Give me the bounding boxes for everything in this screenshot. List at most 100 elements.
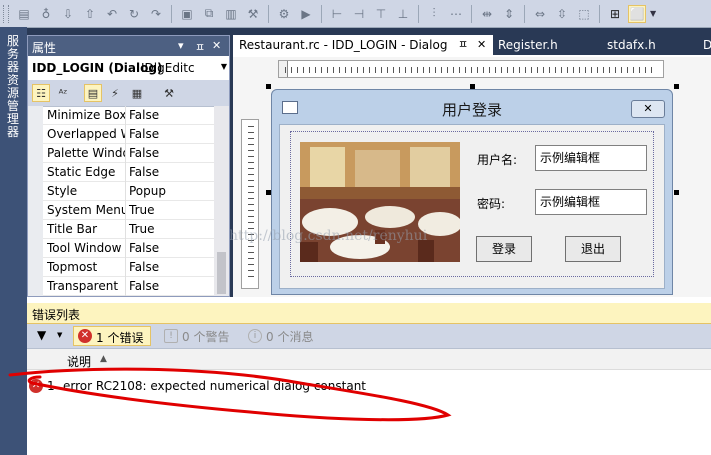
restaurant-image-icon [300,142,460,262]
vertical-ruler[interactable] [241,119,259,289]
errors-filter-button[interactable]: ✕ 1 个错误 [73,326,151,346]
property-row[interactable]: Static Edge False [28,163,214,182]
resize-handle[interactable] [266,84,271,89]
sort-ascending-icon[interactable]: ▲ [100,354,107,364]
property-row[interactable]: Title Bar True [28,220,214,239]
lock-icon[interactable]: ♁ [37,5,55,23]
close-icon[interactable]: ✕ [212,39,221,52]
down-arrow-icon[interactable]: ⇩ [59,5,77,23]
chevron-down-icon[interactable]: ▼ [57,331,62,339]
column-header-description[interactable]: 说明 [67,353,91,370]
resize-handle[interactable] [674,190,679,195]
align-left-icon[interactable]: ▤ [15,5,33,23]
toolbar-separator [268,4,269,23]
warning-icon: ! [164,329,178,343]
toolbar-separator [471,4,472,23]
properties-toolbar: ☷ ᴬᶻ ▤ ⚡ ▦ ⚒ [28,80,229,107]
error-list-title-bar: 错误列表 [27,303,711,324]
make-same-size-icon[interactable]: ⬚ [575,5,593,23]
close-icon[interactable]: ✕ [477,35,486,55]
align-bottoms-icon[interactable]: ⊥ [394,5,412,23]
pin-icon[interactable]: ㅍ [458,35,468,55]
pin-icon[interactable]: ㅍ [195,39,205,55]
align-lefts-icon[interactable]: ⊢ [328,5,346,23]
properties-panel: 属性 ▾ ㅍ ✕ IDD_LOGIN (Dialog) IDlgEditc ▼ … [27,35,230,297]
property-row[interactable]: Minimize Box False [28,106,214,125]
property-row[interactable]: Tool Window False [28,239,214,258]
tab-register-h[interactable]: Register.h [496,35,596,55]
redo-icon[interactable]: ↷ [147,5,165,23]
dialog-close-button[interactable]: ✕ [631,100,665,118]
properties-scrollbar[interactable] [214,106,229,296]
property-row[interactable]: Topmost False [28,258,214,277]
paste-icon[interactable]: ▥ [222,5,240,23]
history-icon[interactable]: ↻ [125,5,143,23]
object-selector[interactable]: IDD_LOGIN (Dialog) IDlgEditc ▼ [28,56,229,81]
server-explorer-tab[interactable]: 服务器资源管理器 [0,27,27,455]
center-vertical-icon[interactable]: ⫶ [425,5,443,23]
tools-icon[interactable]: ⚙ [275,5,293,23]
property-row[interactable]: Overlapped WindowFalse [28,125,214,144]
warnings-filter-button[interactable]: ! 0 个警告 [160,326,240,346]
username-input[interactable]: 示例编辑框 [535,145,647,171]
error-description: error RC2108: expected numerical dialog … [63,379,366,393]
grid-icon[interactable]: ⊞ [606,5,624,23]
alphabetical-icon[interactable]: ᴬᶻ [54,84,72,102]
make-same-width-icon[interactable]: ⇔ [531,5,549,23]
toolbar-overflow-icon[interactable]: ▼ [650,9,656,18]
toolbar-separator [321,4,322,23]
scrollbar-thumb[interactable] [217,252,226,294]
make-same-height-icon[interactable]: ⇳ [553,5,571,23]
tab-stdafx-h[interactable]: stdafx.h [605,35,685,55]
center-horizontal-icon[interactable]: ⋯ [447,5,465,23]
error-index: 1 [47,379,55,393]
space-across-icon[interactable]: ⇹ [478,5,496,23]
messages-icon[interactable]: ▦ [128,84,146,102]
chevron-down-icon[interactable]: ▼ [221,62,227,71]
tab-overflow[interactable]: D [701,35,711,55]
info-icon: i [248,329,262,343]
save-icon[interactable]: ▣ [178,5,196,23]
error-row[interactable]: ✕ 1 error RC2108: expected numerical dia… [27,377,711,395]
property-pages-icon[interactable]: ⚒ [160,84,178,102]
categorized-icon[interactable]: ☷ [32,84,50,102]
server-explorer-label: 服务器资源管理器 [6,34,19,139]
up-arrow-icon[interactable]: ⇧ [81,5,99,23]
error-list-panel: 错误列表 ▼ ▼ ✕ 1 个错误 ! 0 个警告 i 0 个消息 说明 ▲ ✕ … [27,297,711,455]
property-grid: Minimize BoxFalse Overlapped WindowFalse… [28,106,214,296]
properties-title: 属性 [32,41,57,55]
toolbar-grip[interactable] [3,4,9,23]
password-label: 密码: [477,197,506,211]
dialog-title: 用户登录 [441,101,502,119]
login-button[interactable]: 登录 [476,236,532,262]
property-row[interactable]: Transparent False [28,277,214,296]
test-dialog-icon[interactable]: ▶ [297,5,315,23]
copy-icon[interactable]: ⧉ [200,5,218,23]
property-row[interactable]: System Menu True [28,201,214,220]
align-tops-icon[interactable]: ⊤ [372,5,390,23]
tab-restaurant-rc[interactable]: Restaurant.rc - IDD_LOGIN - Dialog ㅍ ✕ [233,35,493,55]
error-list-header: 说明 ▲ [27,349,711,370]
wrench-icon[interactable]: ⚒ [244,5,262,23]
events-icon[interactable]: ⚡ [106,84,124,102]
properties-icon[interactable]: ▤ [84,84,102,102]
property-row[interactable]: Style Popup [28,182,214,201]
panel-dropdown-icon[interactable]: ▾ [178,39,184,52]
align-rights-icon[interactable]: ⊣ [350,5,368,23]
guides-icon[interactable]: ⬜ [628,4,646,23]
error-icon: ✕ [78,329,92,343]
exit-button[interactable]: 退出 [565,236,621,262]
undo-icon[interactable]: ↶ [103,5,121,23]
error-list-toolbar: ▼ ▼ ✕ 1 个错误 ! 0 个警告 i 0 个消息 [27,324,711,349]
resize-handle[interactable] [674,84,679,89]
password-input[interactable]: 示例编辑框 [535,189,647,215]
property-row[interactable]: Palette WindowFalse [28,144,214,163]
filter-icon[interactable]: ▼ [37,328,46,342]
restaurant-picture[interactable] [300,142,460,262]
login-dialog[interactable]: 用户登录 ✕ 用户名: 示例编辑框 密码: 示例编辑框 登录 退出 [271,89,673,295]
watermark-text: http://blog.csdn.net/renyhui [229,228,428,244]
dialog-client-area: 用户名: 示例编辑框 密码: 示例编辑框 登录 退出 [279,124,665,289]
messages-filter-button[interactable]: i 0 个消息 [244,326,324,346]
space-down-icon[interactable]: ⇕ [500,5,518,23]
horizontal-ruler[interactable] [278,60,664,78]
